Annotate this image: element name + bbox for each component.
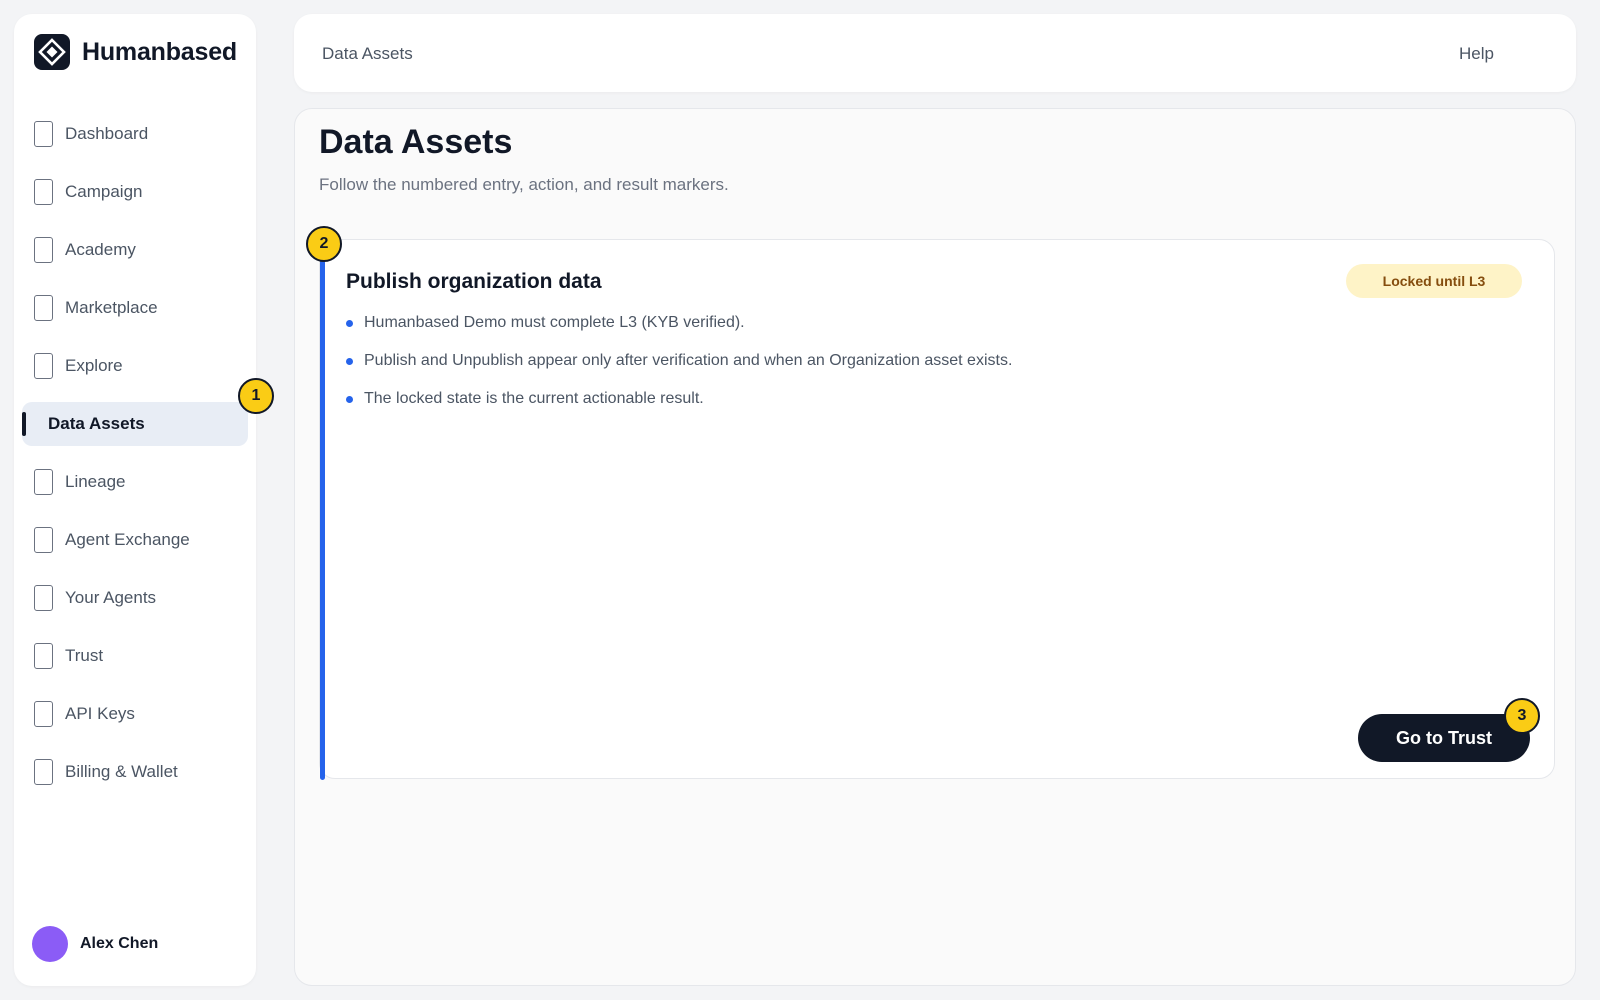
sidebar-item-label: Explore [65, 356, 123, 375]
sidebar-item-label: Academy [65, 240, 136, 259]
page-title: Data Assets [319, 123, 513, 161]
requirements-list: Humanbased Demo must complete L3 (KYB ve… [346, 312, 1012, 426]
bullet-dot-icon [346, 395, 353, 403]
brand-name: Humanbased [82, 37, 237, 66]
page-icon [34, 179, 53, 205]
sidebar-item-label: Marketplace [65, 298, 158, 317]
card-accent-bar [320, 260, 325, 780]
list-item: Humanbased Demo must complete L3 (KYB ve… [346, 312, 1012, 334]
sidebar-item-explore[interactable]: Explore [22, 344, 248, 388]
sidebar-item-data-assets[interactable]: Data Assets [22, 402, 248, 446]
sidebar-item-agent-exchange[interactable]: Agent Exchange [22, 518, 248, 562]
list-item-text: The locked state is the current actionab… [364, 390, 704, 407]
entry-marker: 1 [238, 378, 274, 414]
breadcrumb: Data Assets [322, 44, 413, 63]
page-icon [34, 585, 53, 611]
action-marker: 2 [306, 226, 342, 262]
avatar [32, 926, 68, 962]
sidebar-item-dashboard[interactable]: Dashboard [22, 112, 248, 156]
help-link[interactable]: Help [1459, 44, 1494, 64]
sidebar-item-label: Data Assets [48, 414, 145, 433]
page-icon [34, 353, 53, 379]
sidebar-item-label: Campaign [65, 182, 143, 201]
sidebar-item-billing-wallet[interactable]: Billing & Wallet [22, 750, 248, 794]
list-item-text: Publish and Unpublish appear only after … [364, 352, 1013, 369]
page-icon [34, 237, 53, 263]
sidebar-item-label: Dashboard [65, 124, 149, 143]
publish-card: Publish organization data Locked until L… [319, 239, 1555, 780]
list-item: Publish and Unpublish appear only after … [346, 350, 1012, 372]
page-icon [34, 759, 53, 785]
sidebar-item-academy[interactable]: Academy [22, 228, 248, 272]
sidebar-item-api-keys[interactable]: API Keys [22, 692, 248, 736]
topbar: Data Assets Help [294, 14, 1576, 92]
sidebar: Humanbased Dashboard Campaign Academy Ma… [14, 14, 256, 986]
page-icon [34, 469, 53, 495]
bullet-dot-icon [346, 319, 353, 327]
page-icon [34, 527, 53, 553]
sidebar-item-label: Billing & Wallet [65, 762, 178, 781]
list-item-text: Humanbased Demo must complete L3 (KYB ve… [364, 314, 745, 331]
sidebar-item-lineage[interactable]: Lineage [22, 460, 248, 504]
page-icon [34, 643, 53, 669]
user-profile[interactable]: Alex Chen [32, 926, 158, 962]
sidebar-item-campaign[interactable]: Campaign [22, 170, 248, 214]
main-panel: Data Assets Follow the numbered entry, a… [294, 108, 1576, 986]
sidebar-item-label: Trust [65, 646, 104, 665]
user-name: Alex Chen [80, 935, 159, 952]
sidebar-item-label: Your Agents [65, 588, 157, 607]
sidebar-nav: Dashboard Campaign Academy Marketplace E… [22, 112, 248, 808]
sidebar-item-marketplace[interactable]: Marketplace [22, 286, 248, 330]
page-icon [34, 295, 53, 321]
page-icon [34, 121, 53, 147]
list-item: The locked state is the current actionab… [346, 388, 1012, 410]
bullet-dot-icon [346, 357, 353, 365]
sidebar-item-your-agents[interactable]: Your Agents [22, 576, 248, 620]
diamond-logo-icon [34, 34, 70, 70]
sidebar-item-trust[interactable]: Trust [22, 634, 248, 678]
page-subtitle: Follow the numbered entry, action, and r… [319, 175, 729, 194]
page-icon [34, 701, 53, 727]
brand[interactable]: Humanbased [34, 34, 237, 70]
active-indicator [22, 412, 26, 436]
sidebar-item-label: Lineage [65, 472, 126, 491]
sidebar-item-label: API Keys [65, 704, 135, 723]
result-marker: 3 [1504, 698, 1540, 734]
sidebar-item-label: Agent Exchange [65, 530, 190, 549]
card-title: Publish organization data [346, 270, 602, 293]
status-badge: Locked until L3 [1346, 264, 1522, 298]
